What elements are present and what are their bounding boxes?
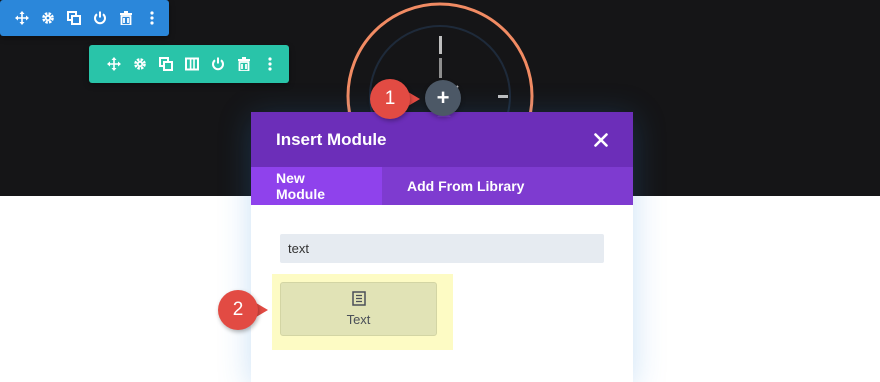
tab-add-from-library[interactable]: Add From Library xyxy=(382,167,549,205)
text-document-icon xyxy=(351,291,366,306)
gear-icon[interactable] xyxy=(35,3,61,33)
marker-number: 2 xyxy=(218,290,258,330)
columns-icon[interactable] xyxy=(179,49,205,79)
duplicate-icon[interactable] xyxy=(153,49,179,79)
gear-icon[interactable] xyxy=(127,49,153,79)
row-toolbar xyxy=(89,45,289,83)
power-icon[interactable] xyxy=(87,3,113,33)
module-tile-text[interactable]: Text xyxy=(280,282,437,336)
trash-icon[interactable] xyxy=(231,49,257,79)
trash-icon[interactable] xyxy=(113,3,139,33)
step-marker-1: 1 xyxy=(370,79,430,119)
more-icon[interactable] xyxy=(139,3,165,33)
modal-tabs: New Module Add From Library xyxy=(251,167,633,205)
module-search-input[interactable] xyxy=(280,234,604,263)
insert-module-modal: Insert Module New Module Add From Librar… xyxy=(251,112,633,382)
tab-new-module[interactable]: New Module xyxy=(251,167,382,205)
add-module-button[interactable]: + xyxy=(425,80,461,116)
move-icon[interactable] xyxy=(9,3,35,33)
move-icon[interactable] xyxy=(101,49,127,79)
modal-header: Insert Module xyxy=(251,112,633,167)
step-marker-2: 2 xyxy=(218,290,278,330)
module-label: Text xyxy=(346,312,371,327)
more-icon[interactable] xyxy=(257,49,283,79)
power-icon[interactable] xyxy=(205,49,231,79)
marker-number: 1 xyxy=(370,79,410,119)
section-toolbar xyxy=(0,0,169,36)
duplicate-icon[interactable] xyxy=(61,3,87,33)
modal-title: Insert Module xyxy=(276,129,387,149)
close-icon[interactable] xyxy=(591,130,611,150)
